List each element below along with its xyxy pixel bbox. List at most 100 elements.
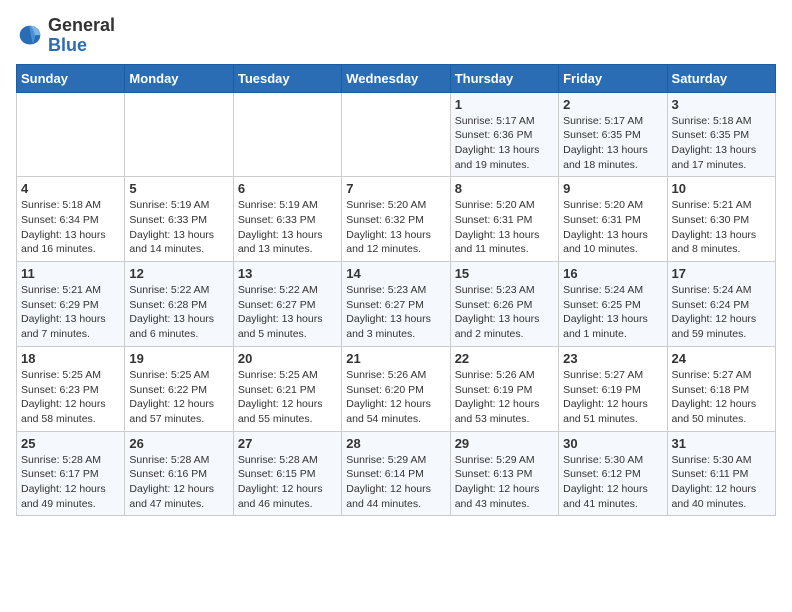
day-number: 23 <box>563 351 662 366</box>
calendar-cell: 17 Sunrise: 5:24 AM Sunset: 6:24 PM Dayli… <box>667 262 775 347</box>
day-number: 6 <box>238 181 337 196</box>
day-number: 16 <box>563 266 662 281</box>
week-row-3: 11 Sunrise: 5:21 AM Sunset: 6:29 PM Dayli… <box>17 262 776 347</box>
day-number: 3 <box>672 97 771 112</box>
day-number: 27 <box>238 436 337 451</box>
day-info: Sunrise: 5:24 AM Sunset: 6:24 PM Dayligh… <box>672 283 771 342</box>
week-row-1: 1 Sunrise: 5:17 AM Sunset: 6:36 PM Daylig… <box>17 92 776 177</box>
day-number: 20 <box>238 351 337 366</box>
day-info: Sunrise: 5:28 AM Sunset: 6:17 PM Dayligh… <box>21 453 120 512</box>
header-day-thursday: Thursday <box>450 64 558 92</box>
day-number: 17 <box>672 266 771 281</box>
day-number: 25 <box>21 436 120 451</box>
day-number: 18 <box>21 351 120 366</box>
day-info: Sunrise: 5:25 AM Sunset: 6:23 PM Dayligh… <box>21 368 120 427</box>
day-number: 31 <box>672 436 771 451</box>
day-info: Sunrise: 5:19 AM Sunset: 6:33 PM Dayligh… <box>238 198 337 257</box>
day-info: Sunrise: 5:23 AM Sunset: 6:27 PM Dayligh… <box>346 283 445 342</box>
day-number: 13 <box>238 266 337 281</box>
day-info: Sunrise: 5:26 AM Sunset: 6:20 PM Dayligh… <box>346 368 445 427</box>
calendar-cell: 31 Sunrise: 5:30 AM Sunset: 6:11 PM Dayli… <box>667 431 775 516</box>
calendar-cell: 2Sunrise: 5:17 AM Sunset: 6:35 PM Daylig… <box>559 92 667 177</box>
calendar-cell: 13 Sunrise: 5:22 AM Sunset: 6:27 PM Dayli… <box>233 262 341 347</box>
week-row-2: 4 Sunrise: 5:18 AM Sunset: 6:34 PM Daylig… <box>17 177 776 262</box>
calendar-cell: 28Sunrise: 5:29 AM Sunset: 6:14 PM Dayli… <box>342 431 450 516</box>
header-day-saturday: Saturday <box>667 64 775 92</box>
day-info: Sunrise: 5:30 AM Sunset: 6:11 PM Dayligh… <box>672 453 771 512</box>
day-info: Sunrise: 5:18 AM Sunset: 6:34 PM Dayligh… <box>21 198 120 257</box>
week-row-5: 25 Sunrise: 5:28 AM Sunset: 6:17 PM Dayli… <box>17 431 776 516</box>
calendar-cell <box>17 92 125 177</box>
calendar-cell: 1 Sunrise: 5:17 AM Sunset: 6:36 PM Daylig… <box>450 92 558 177</box>
calendar-cell: 25 Sunrise: 5:28 AM Sunset: 6:17 PM Dayli… <box>17 431 125 516</box>
calendar-cell: 26 Sunrise: 5:28 AM Sunset: 6:16 PM Dayli… <box>125 431 233 516</box>
day-info: Sunrise: 5:27 AM Sunset: 6:18 PM Dayligh… <box>672 368 771 427</box>
calendar-cell: 11 Sunrise: 5:21 AM Sunset: 6:29 PM Dayli… <box>17 262 125 347</box>
logo: General Blue <box>16 16 115 56</box>
day-number: 4 <box>21 181 120 196</box>
day-number: 1 <box>455 97 554 112</box>
day-info: Sunrise: 5:20 AM Sunset: 6:32 PM Dayligh… <box>346 198 445 257</box>
day-info: Sunrise: 5:22 AM Sunset: 6:27 PM Dayligh… <box>238 283 337 342</box>
calendar-cell: 21 Sunrise: 5:26 AM Sunset: 6:20 PM Dayli… <box>342 346 450 431</box>
day-number: 14 <box>346 266 445 281</box>
day-info: Sunrise: 5:21 AM Sunset: 6:30 PM Dayligh… <box>672 198 771 257</box>
day-info: Sunrise: 5:28 AM Sunset: 6:16 PM Dayligh… <box>129 453 228 512</box>
calendar-cell: 16 Sunrise: 5:24 AM Sunset: 6:25 PM Dayli… <box>559 262 667 347</box>
calendar-cell: 7 Sunrise: 5:20 AM Sunset: 6:32 PM Daylig… <box>342 177 450 262</box>
calendar-cell: 29Sunrise: 5:29 AM Sunset: 6:13 PM Dayli… <box>450 431 558 516</box>
calendar-cell: 18 Sunrise: 5:25 AM Sunset: 6:23 PM Dayli… <box>17 346 125 431</box>
logo-text: General Blue <box>48 16 115 56</box>
calendar-table: SundayMondayTuesdayWednesdayThursdayFrid… <box>16 64 776 517</box>
day-number: 10 <box>672 181 771 196</box>
day-number: 9 <box>563 181 662 196</box>
day-info: Sunrise: 5:20 AM Sunset: 6:31 PM Dayligh… <box>455 198 554 257</box>
day-info: Sunrise: 5:17 AM Sunset: 6:35 PM Dayligh… <box>563 114 662 173</box>
calendar-cell: 20Sunrise: 5:25 AM Sunset: 6:21 PM Dayli… <box>233 346 341 431</box>
day-number: 26 <box>129 436 228 451</box>
day-info: Sunrise: 5:19 AM Sunset: 6:33 PM Dayligh… <box>129 198 228 257</box>
day-number: 11 <box>21 266 120 281</box>
day-number: 7 <box>346 181 445 196</box>
day-info: Sunrise: 5:18 AM Sunset: 6:35 PM Dayligh… <box>672 114 771 173</box>
day-number: 21 <box>346 351 445 366</box>
calendar-cell: 4 Sunrise: 5:18 AM Sunset: 6:34 PM Daylig… <box>17 177 125 262</box>
calendar-cell: 24Sunrise: 5:27 AM Sunset: 6:18 PM Dayli… <box>667 346 775 431</box>
day-number: 12 <box>129 266 228 281</box>
day-info: Sunrise: 5:26 AM Sunset: 6:19 PM Dayligh… <box>455 368 554 427</box>
calendar-cell: 6 Sunrise: 5:19 AM Sunset: 6:33 PM Daylig… <box>233 177 341 262</box>
week-row-4: 18 Sunrise: 5:25 AM Sunset: 6:23 PM Dayli… <box>17 346 776 431</box>
calendar-cell: 22Sunrise: 5:26 AM Sunset: 6:19 PM Dayli… <box>450 346 558 431</box>
day-number: 8 <box>455 181 554 196</box>
day-info: Sunrise: 5:22 AM Sunset: 6:28 PM Dayligh… <box>129 283 228 342</box>
page-header: General Blue <box>16 16 776 56</box>
day-info: Sunrise: 5:21 AM Sunset: 6:29 PM Dayligh… <box>21 283 120 342</box>
header-day-monday: Monday <box>125 64 233 92</box>
day-info: Sunrise: 5:24 AM Sunset: 6:25 PM Dayligh… <box>563 283 662 342</box>
calendar-cell: 19Sunrise: 5:25 AM Sunset: 6:22 PM Dayli… <box>125 346 233 431</box>
day-info: Sunrise: 5:25 AM Sunset: 6:22 PM Dayligh… <box>129 368 228 427</box>
calendar-cell: 15 Sunrise: 5:23 AM Sunset: 6:26 PM Dayli… <box>450 262 558 347</box>
day-number: 30 <box>563 436 662 451</box>
header-day-tuesday: Tuesday <box>233 64 341 92</box>
calendar-cell: 5 Sunrise: 5:19 AM Sunset: 6:33 PM Daylig… <box>125 177 233 262</box>
day-info: Sunrise: 5:28 AM Sunset: 6:15 PM Dayligh… <box>238 453 337 512</box>
calendar-cell <box>233 92 341 177</box>
day-number: 15 <box>455 266 554 281</box>
calendar-cell: 9 Sunrise: 5:20 AM Sunset: 6:31 PM Daylig… <box>559 177 667 262</box>
logo-icon <box>16 22 44 50</box>
day-info: Sunrise: 5:29 AM Sunset: 6:14 PM Dayligh… <box>346 453 445 512</box>
header-row: SundayMondayTuesdayWednesdayThursdayFrid… <box>17 64 776 92</box>
calendar-cell: 27 Sunrise: 5:28 AM Sunset: 6:15 PM Dayli… <box>233 431 341 516</box>
calendar-cell: 30Sunrise: 5:30 AM Sunset: 6:12 PM Dayli… <box>559 431 667 516</box>
day-info: Sunrise: 5:29 AM Sunset: 6:13 PM Dayligh… <box>455 453 554 512</box>
calendar-cell: 23Sunrise: 5:27 AM Sunset: 6:19 PM Dayli… <box>559 346 667 431</box>
calendar-cell: 3 Sunrise: 5:18 AM Sunset: 6:35 PM Daylig… <box>667 92 775 177</box>
day-number: 5 <box>129 181 228 196</box>
calendar-cell: 8 Sunrise: 5:20 AM Sunset: 6:31 PM Daylig… <box>450 177 558 262</box>
calendar-cell <box>342 92 450 177</box>
day-info: Sunrise: 5:17 AM Sunset: 6:36 PM Dayligh… <box>455 114 554 173</box>
calendar-cell: 10 Sunrise: 5:21 AM Sunset: 6:30 PM Dayli… <box>667 177 775 262</box>
day-info: Sunrise: 5:20 AM Sunset: 6:31 PM Dayligh… <box>563 198 662 257</box>
day-info: Sunrise: 5:23 AM Sunset: 6:26 PM Dayligh… <box>455 283 554 342</box>
